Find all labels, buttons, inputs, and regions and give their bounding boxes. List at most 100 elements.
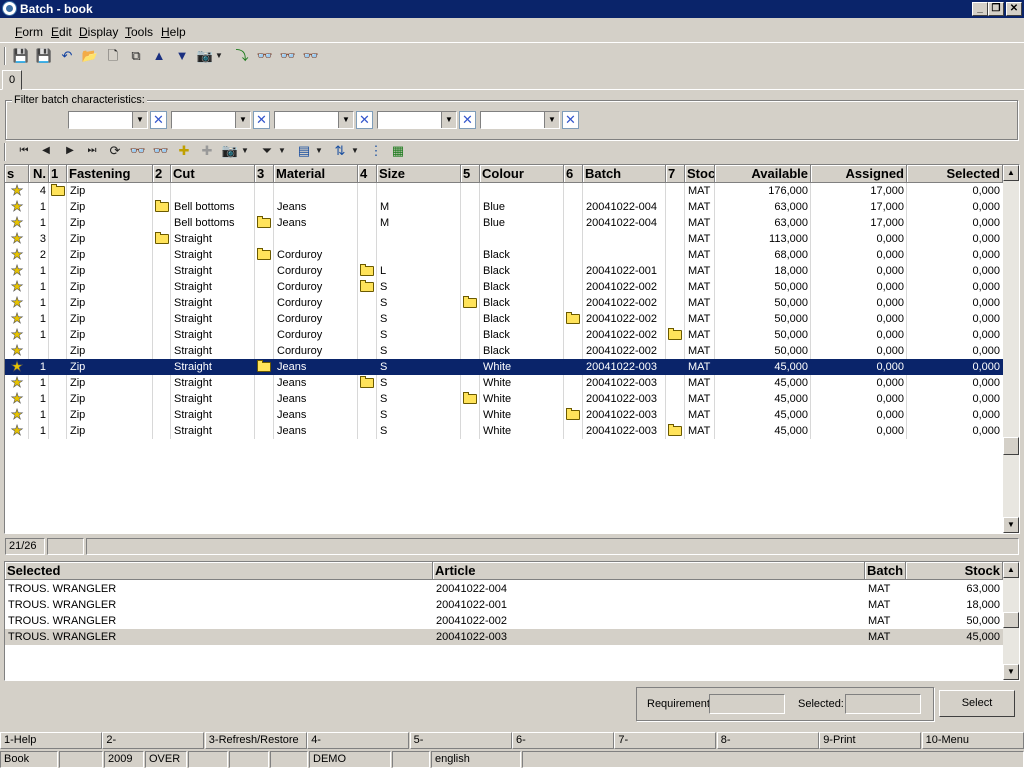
column-header-colour[interactable]: Colour: [480, 165, 564, 183]
refresh-icon[interactable]: ⟳: [105, 141, 125, 161]
save-icon[interactable]: 💾: [11, 46, 31, 66]
chevron-down-icon[interactable]: ▼: [544, 112, 559, 128]
fkey-5[interactable]: 5-: [409, 732, 512, 749]
binoculars-icon[interactable]: 👓: [255, 46, 275, 66]
chevron-down-icon[interactable]: ▼: [441, 112, 456, 128]
scroll-down-icon[interactable]: ▼: [1003, 517, 1019, 533]
select-button[interactable]: Select: [939, 690, 1015, 717]
fkey-1[interactable]: 1-Help: [0, 732, 102, 749]
filter-combo-4[interactable]: ▼: [377, 111, 457, 129]
camera-dropdown-icon[interactable]: ▼: [214, 46, 224, 66]
fkey-10[interactable]: 10-Menu: [921, 732, 1024, 749]
filter-combo-3[interactable]: ▼: [274, 111, 354, 129]
batch-grid-vscroll[interactable]: ▲ ▼: [1003, 165, 1019, 533]
table-row[interactable]: ★ 1 Zip Bell bottoms Jeans M Blue 20041022-004 M…: [5, 199, 1019, 215]
add-record-icon[interactable]: ✚: [174, 141, 194, 161]
columns-icon[interactable]: ▤: [294, 141, 314, 161]
menu-display[interactable]: Display: [79, 25, 118, 39]
menu-form[interactable]: Form: [15, 25, 43, 39]
column-header-material[interactable]: Material: [274, 165, 358, 183]
column-header-4[interactable]: 4: [358, 165, 377, 183]
open-folder-icon[interactable]: 📂: [80, 46, 100, 66]
sort-dropdown-icon[interactable]: ▼: [350, 141, 360, 161]
table-row[interactable]: ★ Zip Straight Corduroy S Black 20041022-002 MA…: [5, 343, 1019, 359]
chevron-down-icon[interactable]: ▼: [235, 112, 250, 128]
delete-record-icon[interactable]: ✚: [197, 141, 217, 161]
column-header-fastening[interactable]: Fastening: [67, 165, 153, 183]
table-row[interactable]: ★ 1 Zip Straight Jeans S White 20041022-003 MAT 4…: [5, 391, 1019, 407]
column-header-batch[interactable]: Batch: [583, 165, 666, 183]
column-header-6[interactable]: 6: [564, 165, 583, 183]
scroll-up-icon[interactable]: ▲: [1003, 165, 1019, 181]
fkey-2[interactable]: 2-: [102, 732, 205, 749]
column-header-stock[interactable]: Stoc: [685, 165, 715, 183]
scroll-thumb[interactable]: [1003, 437, 1019, 455]
column-header-n[interactable]: N.: [29, 165, 49, 183]
column-header-assigned[interactable]: Assigned: [811, 165, 907, 183]
list-item[interactable]: TROUS. WRANGLER 20041022-001 MAT 18,000: [5, 597, 1019, 613]
fkey-3[interactable]: 3-Refresh/Restore: [204, 732, 307, 749]
find-previous-icon[interactable]: 👓: [301, 46, 321, 66]
table-row[interactable]: ★ 1 Zip Straight Jeans S White 20041022-003 MAT 4…: [5, 375, 1019, 391]
filter-combo-1[interactable]: ▼: [68, 111, 148, 129]
first-record-icon[interactable]: ⏮: [14, 141, 34, 161]
table-row[interactable]: ★ 1 Zip Straight Jeans S White 20041022-003 MAT 4…: [5, 423, 1019, 439]
import-icon[interactable]: ⤵: [232, 46, 252, 66]
arrow-down-icon[interactable]: ▼: [172, 46, 192, 66]
fkey-8[interactable]: 8-: [716, 732, 819, 749]
table-row[interactable]: ★ 2 Zip Straight Corduroy Black MAT 68,000 0,000…: [5, 247, 1019, 263]
previous-record-icon[interactable]: ◀: [36, 141, 56, 161]
fkey-7[interactable]: 7-: [614, 732, 717, 749]
fkey-6[interactable]: 6-: [512, 732, 614, 749]
menu-tools[interactable]: Tools: [125, 25, 153, 39]
camera-icon[interactable]: 📷: [195, 46, 215, 66]
column-header-7[interactable]: 7: [666, 165, 685, 183]
undo-icon[interactable]: ↶: [57, 46, 77, 66]
column-header-selected[interactable]: Selected: [5, 562, 433, 580]
column-header-cut[interactable]: Cut: [171, 165, 255, 183]
column-header-selected[interactable]: Selected: [907, 165, 1003, 183]
new-document-icon[interactable]: 🗋: [103, 46, 123, 66]
camera-dropdown-icon[interactable]: ▼: [240, 141, 250, 161]
chevron-down-icon[interactable]: ▼: [132, 112, 147, 128]
clear-filter-4-icon[interactable]: ✕: [459, 111, 476, 129]
table-row[interactable]: ★ 1 Zip Straight Corduroy S Black 20041022-002 M…: [5, 279, 1019, 295]
column-header-batch[interactable]: Batch: [865, 562, 906, 580]
filter-combo-2[interactable]: ▼: [171, 111, 251, 129]
table-row[interactable]: ★ 3 Zip Straight MAT 113,000 0,000 0,000: [5, 231, 1019, 247]
column-header-3[interactable]: 3: [255, 165, 274, 183]
clear-filter-5-icon[interactable]: ✕: [562, 111, 579, 129]
filter-icon[interactable]: ⏷: [257, 141, 277, 161]
tab-0[interactable]: 0: [2, 70, 22, 90]
table-row[interactable]: ★ 1 Zip Straight Jeans S White 20041022-003 MAT 4…: [5, 359, 1019, 375]
column-header-stock[interactable]: Stock: [906, 562, 1003, 580]
next-record-icon[interactable]: ▶: [60, 141, 80, 161]
copy-icon[interactable]: ⧉: [126, 46, 146, 66]
column-header-5[interactable]: 5: [461, 165, 480, 183]
table-row[interactable]: ★ 1 Zip Bell bottoms Jeans M Blue 20041022-004 M…: [5, 215, 1019, 231]
clear-filter-2-icon[interactable]: ✕: [253, 111, 270, 129]
arrow-up-icon[interactable]: ▲: [149, 46, 169, 66]
scroll-thumb[interactable]: [1003, 612, 1019, 628]
sort-icon[interactable]: ⇅: [330, 141, 350, 161]
column-header-s[interactable]: s: [5, 165, 29, 183]
close-button[interactable]: ✕: [1006, 2, 1022, 16]
excel-export-icon[interactable]: ▦: [388, 141, 408, 161]
column-header-available[interactable]: Available: [715, 165, 811, 183]
columns-dropdown-icon[interactable]: ▼: [314, 141, 324, 161]
filter-combo-5[interactable]: ▼: [480, 111, 560, 129]
scroll-up-icon[interactable]: ▲: [1003, 562, 1019, 578]
tree-icon[interactable]: ⋮: [366, 141, 386, 161]
column-header-1[interactable]: 1: [49, 165, 67, 183]
save-as-icon[interactable]: 💾: [34, 46, 54, 66]
clear-filter-1-icon[interactable]: ✕: [150, 111, 167, 129]
clear-filter-3-icon[interactable]: ✕: [356, 111, 373, 129]
fkey-4[interactable]: 4-: [307, 732, 410, 749]
menu-edit[interactable]: Edit: [51, 25, 72, 39]
selected-grid-vscroll[interactable]: ▲ ▼: [1003, 562, 1019, 680]
menu-help[interactable]: Help: [161, 25, 186, 39]
table-row[interactable]: ★ 1 Zip Straight Corduroy S Black 20041022-002 M…: [5, 327, 1019, 343]
camera-icon[interactable]: 📷: [220, 141, 240, 161]
list-item[interactable]: TROUS. WRANGLER 20041022-004 MAT 63,000: [5, 581, 1019, 597]
search-icon[interactable]: 👓: [128, 141, 148, 161]
